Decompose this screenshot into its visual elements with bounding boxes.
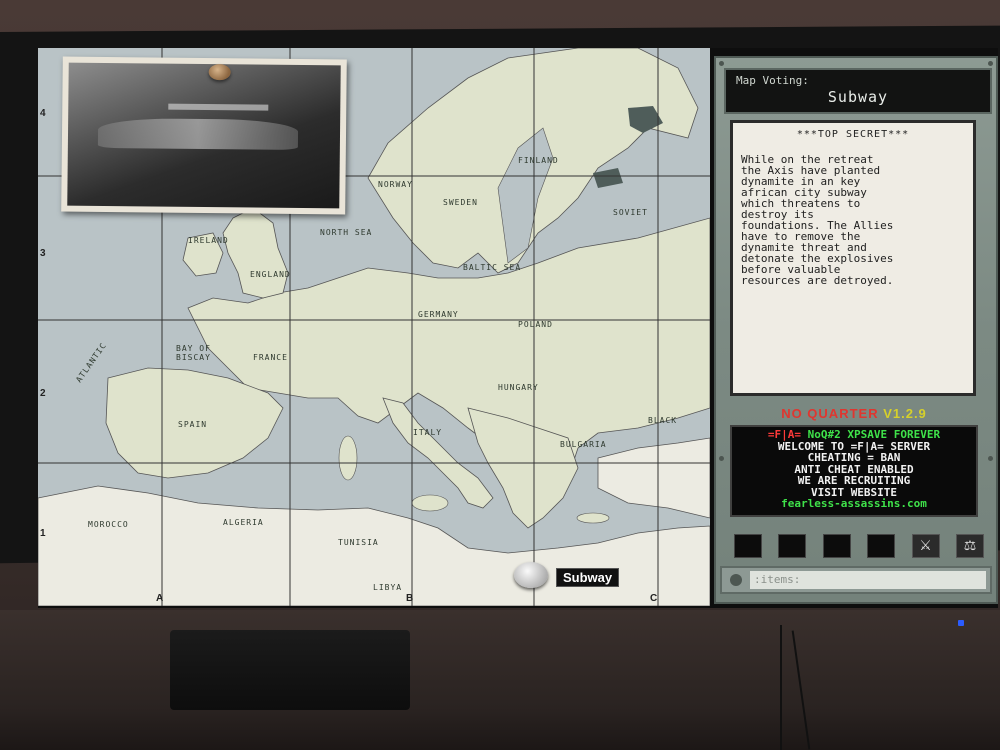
preview-tunnel	[97, 117, 299, 150]
map-label-bulgaria: BULGARIA	[560, 440, 607, 449]
rivet-icon	[988, 456, 993, 461]
grid-row-label: 1	[40, 528, 46, 539]
items-dot-icon	[730, 574, 742, 586]
map-voting-header: Map Voting: Subway	[724, 68, 992, 114]
monitor-stand	[170, 630, 410, 710]
rivet-icon	[719, 456, 724, 461]
map-preview-image	[67, 62, 341, 209]
selected-map-name: Subway	[827, 88, 889, 106]
pushpin-icon	[208, 64, 231, 81]
preview-light	[168, 103, 269, 111]
scales-icon[interactable]: ⚖	[955, 534, 984, 558]
map-label-sweden: SWEDEN	[443, 198, 478, 207]
game-screen: 4 3 2 1 A B C FINLAND NORWAY SWEDEN SOVI…	[38, 48, 998, 608]
map-label-baltic-sea: BALTIC SEA	[463, 263, 522, 272]
rivet-icon	[988, 61, 993, 66]
map-voting-title: Map Voting:	[736, 74, 809, 87]
map-label-germany: GERMANY	[418, 310, 459, 319]
map-label-morocco: MOROCCO	[88, 520, 129, 529]
campaign-map[interactable]: 4 3 2 1 A B C FINLAND NORWAY SWEDEN SOVI…	[38, 48, 710, 606]
cable	[780, 625, 782, 750]
empty-slot[interactable]	[734, 534, 762, 558]
map-label-england: ENGLAND	[250, 270, 291, 279]
briefing-paper: ***TOP SECRET*** While on the retreat th…	[730, 120, 976, 396]
item-slots: ⚔ ⚖	[734, 534, 984, 558]
map-label-north-sea: NORTH SEA	[320, 228, 373, 237]
map-label-norway: NORWAY	[378, 180, 413, 189]
map-label-italy: ITALY	[413, 428, 443, 437]
desk-background	[0, 610, 1000, 750]
empty-slot[interactable]	[822, 534, 851, 558]
briefing-header: ***TOP SECRET***	[796, 129, 910, 140]
empty-slot[interactable]	[778, 534, 807, 558]
server-motd: NO QUARTER V1.2.9 =F|A= NoQ#2 XPSAVE FOR…	[730, 406, 978, 526]
map-label-libya: LIBYA	[373, 583, 403, 592]
map-label-bay-of-biscay: BAY OF BISCAY	[176, 344, 211, 362]
grid-col-label: A	[156, 593, 164, 604]
map-location-pin[interactable]	[514, 562, 548, 588]
map-label-tunisia: TUNISIA	[338, 538, 379, 547]
map-label-hungary: HUNGARY	[498, 383, 539, 392]
items-field[interactable]: :items:	[750, 571, 986, 589]
map-voting-panel: Map Voting: Subway ***TOP SECRET*** Whil…	[714, 56, 998, 604]
items-bar: :items:	[720, 566, 992, 594]
grid-col-label: C	[650, 593, 658, 604]
map-label-spain: SPAIN	[178, 420, 208, 429]
grid-row-label: 4	[40, 108, 46, 119]
mod-name: NO QUARTER	[781, 406, 879, 421]
grid-row-label: 3	[40, 248, 46, 259]
mod-title: NO QUARTER V1.2.9	[730, 406, 978, 421]
motd-line: CHEATING = BAN	[807, 451, 901, 464]
map-label-france: FRANCE	[253, 353, 288, 362]
map-preview-photo	[61, 56, 347, 215]
rivet-icon	[719, 61, 724, 66]
map-marker-label[interactable]: Subway	[556, 568, 620, 587]
briefing-text: While on the retreat the Axis have plant…	[741, 153, 894, 287]
grid-col-label: B	[406, 593, 414, 604]
motd-website: fearless-assassins.com	[781, 497, 927, 510]
mod-version: V1.2.9	[883, 406, 927, 421]
grid-row-label: 2	[40, 388, 46, 399]
motd-line: =F|A= NoQ#2 XPSAVE FOREVER	[736, 429, 972, 441]
map-label-poland: POLAND	[518, 320, 553, 329]
map-label-black-sea: BLACK	[648, 416, 678, 425]
map-label-soviet: SOVIET	[613, 208, 648, 217]
soldier-icon[interactable]: ⚔	[911, 534, 940, 558]
map-label-algeria: ALGERIA	[223, 518, 264, 527]
motd-line: WE ARE RECRUITING	[797, 474, 911, 487]
empty-slot[interactable]	[867, 534, 896, 558]
map-label-ireland: IRELAND	[188, 236, 229, 245]
motd-message-box: =F|A= NoQ#2 XPSAVE FOREVER WELCOME TO =F…	[730, 425, 978, 517]
map-label-finland: FINLAND	[518, 156, 559, 165]
power-led-icon	[958, 620, 964, 626]
